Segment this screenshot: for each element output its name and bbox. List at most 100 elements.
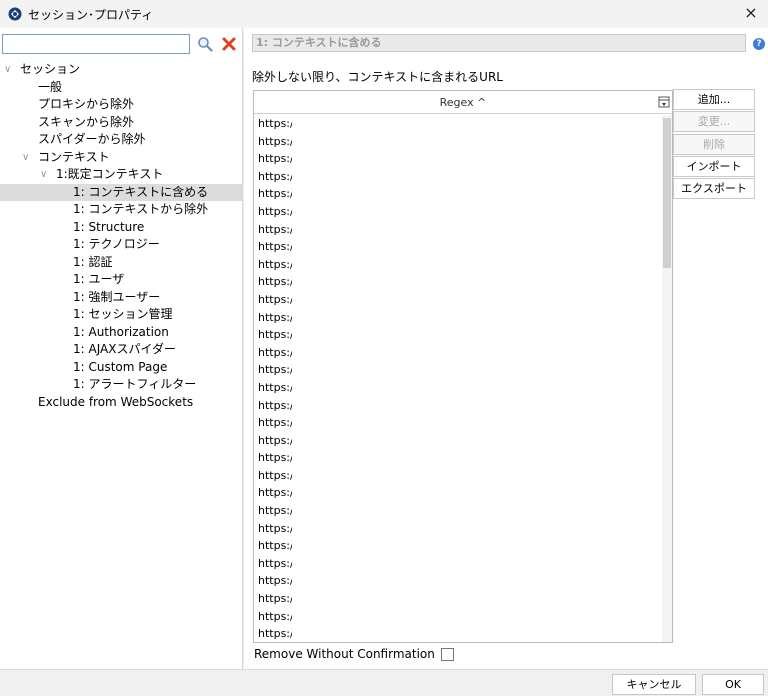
table-row[interactable]: https:// (254, 625, 292, 642)
right-panel: 1: コンテキストに含める ? 除外しない限り、コンテキストに含まれるURL R… (244, 28, 768, 669)
tree-item-include-in-context[interactable]: 1: コンテキストに含める (0, 183, 242, 201)
table-row[interactable]: https:// (254, 221, 292, 239)
chevron-down-icon[interactable]: ∨ (4, 61, 14, 79)
table-row[interactable]: https:// (254, 273, 292, 291)
tree-item-general[interactable]: 一般 (0, 79, 242, 97)
search-icon[interactable] (196, 35, 214, 53)
chevron-down-icon[interactable]: ∨ (22, 149, 32, 167)
table-row[interactable]: https:// (254, 555, 292, 573)
tree-item-authentication[interactable]: 1: 認証 (0, 254, 242, 272)
close-icon[interactable]: × (742, 4, 760, 22)
zap-app-icon (8, 7, 22, 21)
tree-item-label: 1: Authorization (73, 324, 169, 339)
help-icon[interactable]: ? (753, 38, 765, 50)
tree-item-contexts[interactable]: ∨ コンテキスト (0, 149, 242, 167)
section-label: 除外しない限り、コンテキストに含まれるURL (252, 70, 503, 84)
remove-without-confirmation-label: Remove Without Confirmation (254, 647, 435, 661)
tree-item-label: セッション (20, 62, 81, 76)
tree-item-session-management[interactable]: 1: セッション管理 (0, 306, 242, 324)
cancel-button[interactable]: キャンセル (612, 674, 696, 695)
table-row[interactable]: https:// (254, 326, 292, 344)
table-row[interactable]: https:// (254, 115, 292, 133)
table-row[interactable]: https:// (254, 344, 292, 362)
add-button[interactable]: 追加... (673, 89, 755, 110)
table-row[interactable]: https:// (254, 397, 292, 415)
table-row[interactable]: https:// (254, 133, 292, 151)
tree-item-alert-filters[interactable]: 1: アラートフィルター (0, 376, 242, 394)
tree-item-label: 1: 強制ユーザー (73, 289, 161, 304)
tree-item-label: 1: AJAXスパイダー (73, 342, 176, 356)
table-row[interactable]: https:// (254, 608, 292, 626)
tree-item-ajax-spider[interactable]: 1: AJAXスパイダー (0, 341, 242, 359)
table-row[interactable]: https:// (254, 590, 292, 608)
tree-item-custom-page[interactable]: 1: Custom Page (0, 359, 242, 377)
export-button[interactable]: エクスポート (673, 178, 755, 200)
table-row[interactable]: https:// (254, 185, 292, 203)
tree-item-default-context[interactable]: ∨ 1:既定コンテキスト (0, 166, 242, 184)
tree-item-exclude-proxy[interactable]: プロキシから除外 (0, 96, 242, 114)
table-row[interactable]: https:// (254, 150, 292, 168)
table-row[interactable]: https:// (254, 432, 292, 450)
tree-item-label: スキャンから除外 (38, 114, 135, 129)
table-row[interactable]: https:// (254, 168, 292, 186)
clear-filter-icon[interactable] (220, 35, 238, 53)
dialog-button-bar: キャンセル OK (0, 669, 768, 696)
regex-table: Regex ^ https://https://https://https://… (253, 90, 673, 643)
table-row[interactable]: https:// (254, 238, 292, 256)
table-row[interactable]: https:// (254, 502, 292, 520)
tree-item-label: 1: Structure (73, 219, 145, 234)
column-header-regex[interactable]: Regex ^ (254, 91, 672, 114)
table-row[interactable]: https:// (254, 379, 292, 397)
table-row[interactable]: https:// (254, 414, 292, 432)
tree-item-label: 1: コンテキストから除外 (73, 202, 209, 216)
left-panel: ∨ セッション 一般 プロキシから除外 スキャンから除外 スパイダーから除外 ∨… (0, 28, 243, 669)
tree-item-forced-user[interactable]: 1: 強制ユーザー (0, 289, 242, 307)
table-row[interactable]: https:// (254, 309, 292, 327)
remove-without-confirmation-row: Remove Without Confirmation (254, 647, 454, 661)
chevron-down-icon[interactable]: ∨ (40, 166, 50, 184)
title-bar: セッション･プロパティ × (0, 0, 768, 28)
table-row[interactable]: https:// (254, 467, 292, 485)
table-row[interactable]: https:// (254, 520, 292, 538)
table-row[interactable]: https:// (254, 361, 292, 379)
modify-button[interactable]: 変更... (673, 111, 755, 133)
table-row[interactable]: https:// (254, 449, 292, 467)
search-row (2, 33, 238, 55)
tree-item-label: 1: Custom Page (73, 359, 168, 374)
remove-without-confirmation-checkbox[interactable] (440, 647, 454, 661)
table-row[interactable]: https:// (254, 484, 292, 502)
tree-item-label: Exclude from WebSockets (38, 394, 194, 409)
tree-item-label: 1:既定コンテキスト (56, 167, 164, 181)
tree-item-label: スパイダーから除外 (38, 132, 146, 146)
tree-item-label: 1: 認証 (73, 254, 113, 269)
table-row[interactable]: https:// (254, 256, 292, 274)
tree-item-exclude-websockets[interactable]: Exclude from WebSockets (0, 394, 242, 412)
tree-item-users[interactable]: 1: ユーザ (0, 271, 242, 289)
tree-item-label: コンテキスト (38, 149, 110, 164)
tree-item-authorization[interactable]: 1: Authorization (0, 324, 242, 342)
column-menu-icon[interactable] (658, 96, 670, 108)
ok-button[interactable]: OK (702, 674, 764, 695)
tree-item-structure[interactable]: 1: Structure (0, 219, 242, 237)
table-row[interactable]: https:// (254, 203, 292, 221)
tree-item-technology[interactable]: 1: テクノロジー (0, 236, 242, 254)
table-row[interactable]: https:// (254, 572, 292, 590)
tree-item-label: プロキシから除外 (38, 97, 135, 111)
vertical-scrollbar[interactable] (662, 115, 672, 642)
remove-button[interactable]: 削除 (673, 133, 755, 155)
search-input[interactable] (2, 34, 190, 54)
panel-header-title: 1: コンテキストに含める (252, 34, 746, 52)
tree-item-exclude-spider[interactable]: スパイダーから除外 (0, 131, 242, 149)
import-button[interactable]: インポート (673, 155, 755, 177)
tree-item-exclude-from-context[interactable]: 1: コンテキストから除外 (0, 201, 242, 219)
table-row[interactable]: https:// (254, 537, 292, 555)
session-tree: ∨ セッション 一般 プロキシから除外 スキャンから除外 スパイダーから除外 ∨… (0, 61, 242, 411)
tree-item-exclude-scanner[interactable]: スキャンから除外 (0, 114, 242, 132)
tree-item-label: 1: テクノロジー (73, 237, 160, 251)
table-row[interactable]: https:// (254, 291, 292, 309)
window-title: セッション･プロパティ (28, 7, 154, 22)
scrollbar-thumb[interactable] (663, 118, 671, 268)
tree-item-label: 一般 (38, 79, 63, 94)
tree-item-session[interactable]: ∨ セッション (0, 61, 242, 79)
tree-item-label: 1: セッション管理 (73, 307, 173, 321)
